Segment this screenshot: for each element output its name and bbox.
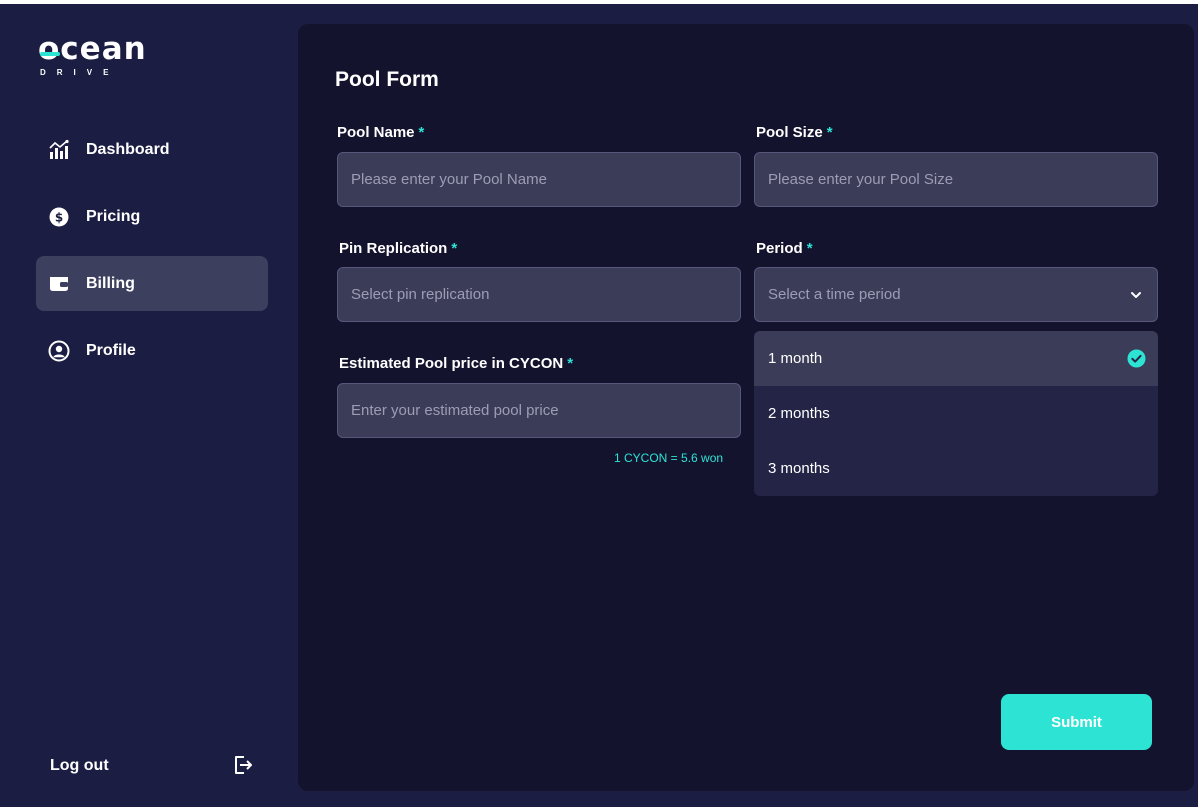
chart-icon <box>48 139 70 161</box>
logout-button[interactable]: Log out <box>50 752 260 780</box>
dollar-icon: $ <box>48 206 70 228</box>
page-title: Pool Form <box>335 68 439 91</box>
brand-logo[interactable]: ocean DRIVE <box>38 34 148 79</box>
option-label: 3 months <box>768 460 830 477</box>
brand-accent <box>40 52 60 56</box>
pin-replication-label-text: Pin Replication <box>339 240 448 257</box>
option-label: 1 month <box>768 350 823 367</box>
pool-form-panel: Pool Form Pool Name* Pool Size* Pin Repl… <box>298 24 1194 791</box>
period-label-text: Period <box>756 240 803 257</box>
estimated-price-input[interactable] <box>337 383 741 438</box>
period-dropdown-menu: 1 month 2 months 3 months <box>754 331 1158 496</box>
brand-name: ocean <box>38 31 147 67</box>
required-mark: * <box>806 240 813 257</box>
sidebar-item-label: Profile <box>86 341 136 359</box>
app-window: ocean DRIVE Dashboard $ Pricing Billing … <box>0 0 1198 807</box>
required-mark: * <box>418 124 425 141</box>
pool-size-label: Pool Size * <box>756 124 833 141</box>
required-mark: * <box>451 240 458 257</box>
sidebar-item-label: Billing <box>86 274 135 292</box>
pool-name-label: Pool Name * <box>337 124 424 141</box>
sidebar-item-dashboard[interactable]: Dashboard <box>36 122 268 177</box>
sidebar: ocean DRIVE Dashboard $ Pricing Billing … <box>0 4 298 807</box>
user-circle-icon <box>48 340 70 362</box>
sidebar-item-label: Pricing <box>86 207 141 225</box>
sidebar-item-billing[interactable]: Billing <box>36 256 268 311</box>
option-label: 2 months <box>768 405 830 422</box>
pool-size-label-text: Pool Size <box>756 124 823 141</box>
period-label: Period * <box>756 240 813 257</box>
sidebar-item-profile[interactable]: Profile <box>36 323 268 378</box>
period-option-3-months[interactable]: 3 months <box>754 441 1158 496</box>
estimated-price-label-text: Estimated Pool price in CYCON <box>339 355 564 372</box>
sidebar-nav: Dashboard $ Pricing Billing Profile <box>36 122 268 390</box>
logout-label: Log out <box>50 757 109 774</box>
pin-replication-placeholder: Select pin replication <box>351 286 490 303</box>
cycon-rate-text: 1 CYCON = 5.6 won <box>614 451 724 465</box>
pool-name-input[interactable] <box>337 152 741 207</box>
pool-size-input[interactable] <box>754 152 1158 207</box>
pin-replication-select[interactable]: Select pin replication <box>337 267 741 322</box>
submit-button[interactable]: Submit <box>1001 694 1152 750</box>
logout-icon[interactable] <box>232 754 254 776</box>
sidebar-item-label: Dashboard <box>86 140 170 158</box>
period-placeholder: Select a time period <box>768 286 901 303</box>
period-option-2-months[interactable]: 2 months <box>754 386 1158 441</box>
estimated-price-label: Estimated Pool price in CYCON * <box>339 355 573 372</box>
period-option-1-month[interactable]: 1 month <box>754 331 1158 386</box>
pool-name-label-text: Pool Name <box>337 124 415 141</box>
pin-replication-label: Pin Replication * <box>339 240 457 257</box>
wallet-icon <box>48 273 70 295</box>
brand-sub: DRIVE <box>40 68 120 77</box>
sidebar-item-pricing[interactable]: $ Pricing <box>36 189 268 244</box>
required-mark: * <box>826 124 833 141</box>
chevron-down-icon <box>1129 288 1143 302</box>
period-select[interactable]: Select a time period <box>754 267 1158 322</box>
check-circle-icon <box>1127 349 1146 368</box>
required-mark: * <box>567 355 574 372</box>
svg-text:$: $ <box>55 210 63 224</box>
